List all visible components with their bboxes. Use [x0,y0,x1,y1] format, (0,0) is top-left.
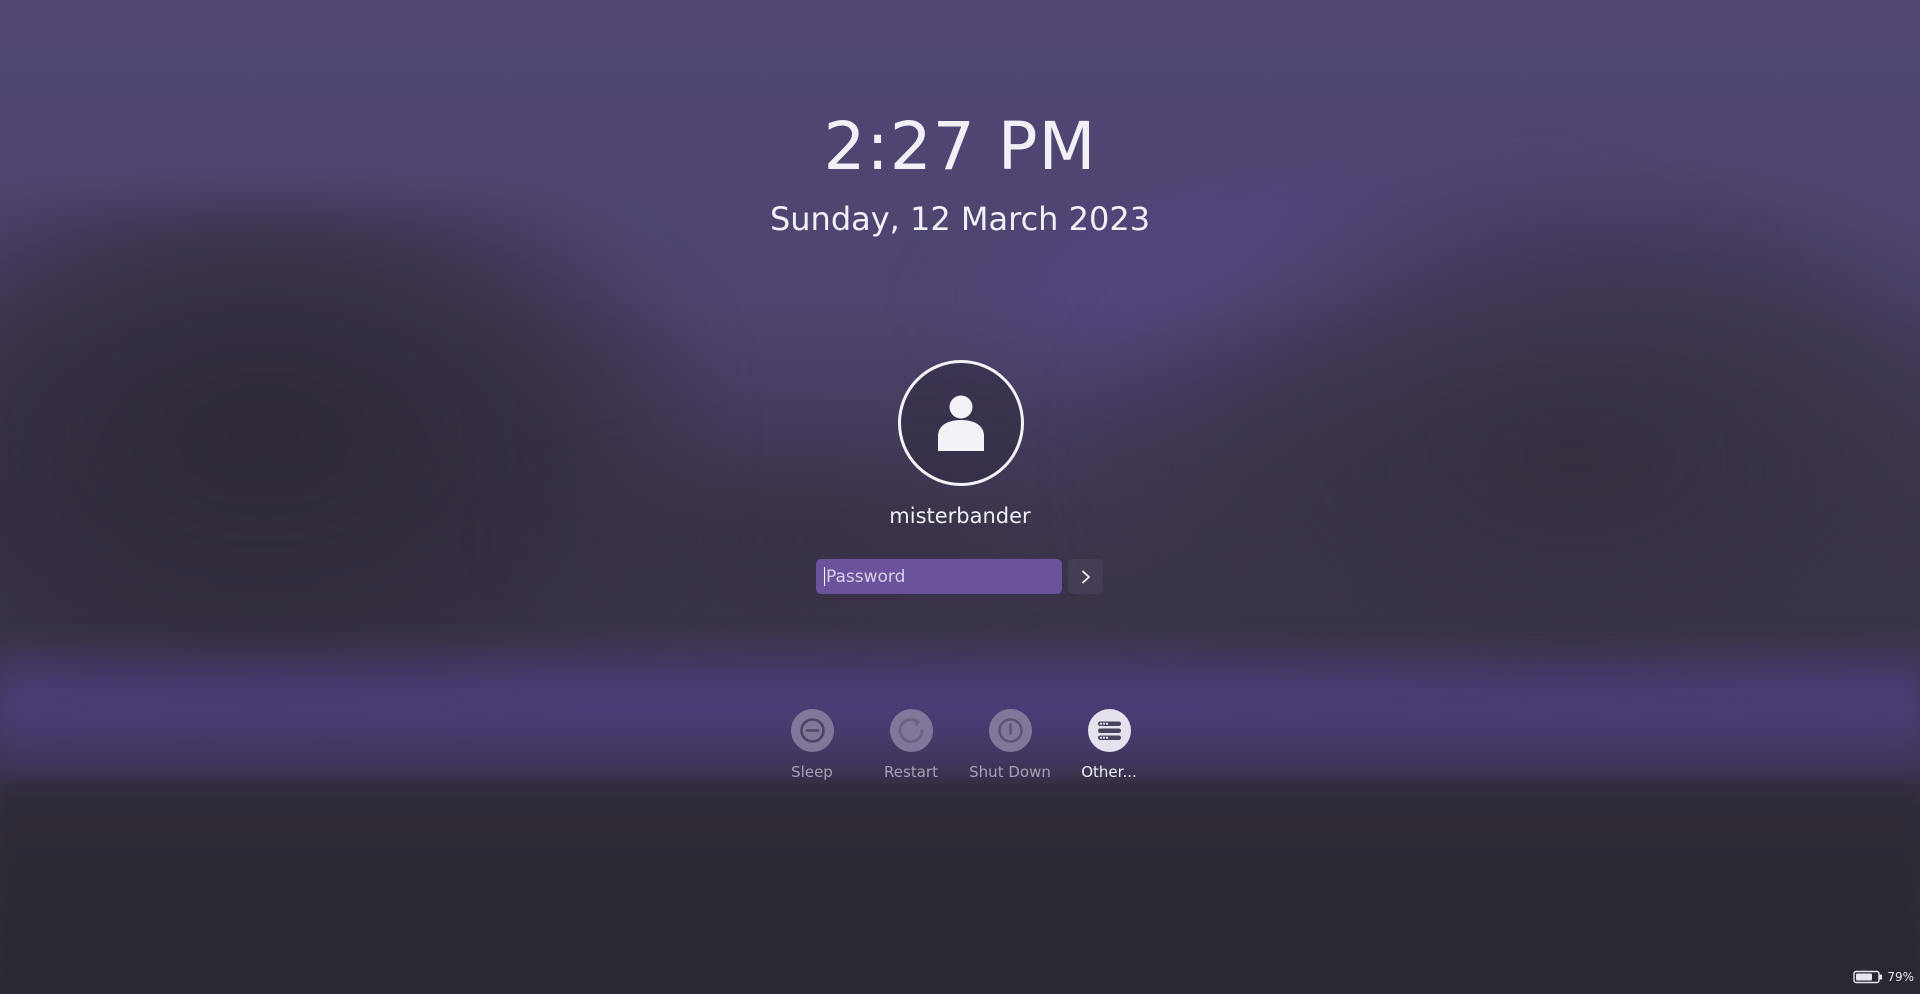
chevron-right-icon [1081,570,1090,583]
clock-time: 2:27 PM [823,108,1097,185]
login-submit-button[interactable] [1068,559,1103,594]
sleep-icon [799,718,825,743]
session-actions: Sleep Restart Shut Down Other... [0,709,1920,789]
other-button-circle [1087,709,1131,752]
power-icon [997,718,1023,743]
other-button[interactable]: Other... [1049,709,1169,781]
battery-indicator[interactable]: 79% [1853,970,1914,984]
clock-date: Sunday, 12 March 2023 [769,200,1151,238]
battery-percent: 79% [1887,970,1914,984]
sleep-button-circle [790,709,834,752]
other-label: Other... [1081,763,1137,781]
user-silhouette-icon [938,395,984,451]
password-field[interactable] [816,559,1062,594]
password-input[interactable] [826,561,1051,592]
lock-screen-content: 2:27 PM Sunday, 12 March 2023 misterband… [0,0,1920,994]
username: misterbander [889,504,1031,528]
restart-label: Restart [884,763,938,781]
restart-icon [898,718,923,744]
battery-icon [1853,970,1883,984]
user-avatar[interactable] [898,360,1024,486]
text-caret [824,567,825,586]
shut-down-label: Shut Down [969,763,1051,781]
switch-user-icon [1097,721,1121,740]
lock-screen: 2:27 PM Sunday, 12 March 2023 misterband… [0,0,1920,994]
shut-down-button-circle [988,709,1032,752]
sleep-label: Sleep [791,763,833,781]
restart-button-circle [889,709,933,752]
